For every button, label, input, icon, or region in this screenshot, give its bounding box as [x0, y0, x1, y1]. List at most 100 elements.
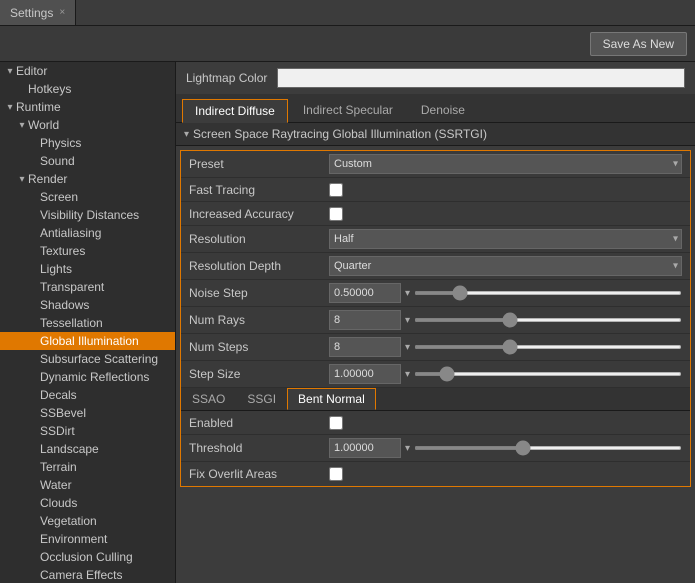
sidebar-item-label: SSBevel	[40, 406, 175, 420]
resolution-depth-select[interactable]: Full Half Quarter	[329, 256, 682, 276]
sidebar-item-editor[interactable]: ▾Editor	[0, 62, 175, 80]
main-layout: ▾EditorHotkeys▾Runtime▾WorldPhysicsSound…	[0, 62, 695, 583]
num-rays-spinner-icon[interactable]: ▾	[405, 315, 410, 326]
num-steps-spinner-icon[interactable]: ▾	[405, 342, 410, 353]
preset-label: Preset	[189, 157, 329, 171]
sidebar-item-global-illumination[interactable]: Global Illumination	[0, 332, 175, 350]
sidebar-item-physics[interactable]: Physics	[0, 134, 175, 152]
arrow-icon: ▾	[16, 174, 28, 185]
sidebar-item-hotkeys[interactable]: Hotkeys	[0, 80, 175, 98]
title-bar: Settings ×	[0, 0, 695, 26]
tab-indirect-specular[interactable]: Indirect Specular	[290, 98, 406, 122]
sub-tab-bent-normal[interactable]: Bent Normal	[287, 388, 376, 410]
noise-step-control: ▾	[329, 283, 682, 303]
sidebar-item-clouds[interactable]: Clouds	[0, 494, 175, 512]
threshold-input[interactable]	[329, 438, 401, 458]
threshold-spinner-icon[interactable]: ▾	[405, 443, 410, 454]
arrow-icon: ▾	[4, 66, 16, 77]
sidebar-item-label: Physics	[40, 136, 175, 150]
sidebar-item-dynamic-reflections[interactable]: Dynamic Reflections	[0, 368, 175, 386]
increased-accuracy-checkbox[interactable]	[329, 207, 343, 221]
fix-overlit-checkbox[interactable]	[329, 467, 343, 481]
close-tab-icon[interactable]: ×	[59, 7, 65, 18]
sidebar-item-tessellation[interactable]: Tessellation	[0, 314, 175, 332]
num-rays-input[interactable]	[329, 310, 401, 330]
threshold-control: ▾	[329, 438, 682, 458]
preset-select-wrapper: Custom Low Medium High Ultra	[329, 154, 682, 174]
num-steps-slider[interactable]	[414, 345, 682, 349]
sidebar-item-occlusion-culling[interactable]: Occlusion Culling	[0, 548, 175, 566]
sidebar-item-vegetation[interactable]: Vegetation	[0, 512, 175, 530]
noise-step-row: Noise Step ▾	[181, 280, 690, 307]
noise-step-slider[interactable]	[414, 291, 682, 295]
tab-denoise[interactable]: Denoise	[408, 98, 478, 122]
sidebar-item-label: Shadows	[40, 298, 175, 312]
sidebar-item-textures[interactable]: Textures	[0, 242, 175, 260]
enabled-checkbox[interactable]	[329, 416, 343, 430]
sidebar-item-screen[interactable]: Screen	[0, 188, 175, 206]
sidebar-item-label: Visibility Distances	[40, 208, 175, 222]
step-size-slider[interactable]	[414, 372, 682, 376]
resolution-depth-row: Resolution Depth Full Half Quarter	[181, 253, 690, 280]
sidebar-item-label: Lights	[40, 262, 175, 276]
noise-step-input[interactable]	[329, 283, 401, 303]
preset-select[interactable]: Custom Low Medium High Ultra	[329, 154, 682, 174]
fast-tracing-checkbox[interactable]	[329, 183, 343, 197]
sidebar-item-label: Terrain	[40, 460, 175, 474]
sidebar-item-label: Textures	[40, 244, 175, 258]
sidebar-item-runtime[interactable]: ▾Runtime	[0, 98, 175, 116]
fix-overlit-control	[329, 467, 682, 481]
sidebar-item-visibility-distances[interactable]: Visibility Distances	[0, 206, 175, 224]
lightmap-color-input[interactable]	[277, 68, 685, 88]
resolution-select[interactable]: Full Half Quarter	[329, 229, 682, 249]
sidebar-item-water[interactable]: Water	[0, 476, 175, 494]
num-steps-input[interactable]	[329, 337, 401, 357]
step-size-row: Step Size ▾	[181, 361, 690, 388]
lightmap-row: Lightmap Color	[176, 62, 695, 94]
sidebar-item-label: Environment	[40, 532, 175, 546]
section-arrow-icon: ▾	[184, 129, 189, 140]
sidebar-item-label: Runtime	[16, 100, 175, 114]
sidebar-item-landscape[interactable]: Landscape	[0, 440, 175, 458]
sidebar-item-label: Screen	[40, 190, 175, 204]
sidebar-item-camera-effects[interactable]: Camera Effects	[0, 566, 175, 583]
tab-indirect-diffuse[interactable]: Indirect Diffuse	[182, 99, 288, 123]
content-area: Lightmap Color Indirect DiffuseIndirect …	[176, 62, 695, 583]
increased-accuracy-control	[329, 207, 682, 221]
settings-area: ▾ Screen Space Raytracing Global Illumin…	[176, 123, 695, 583]
sidebar-item-ssdirt[interactable]: SSDirt	[0, 422, 175, 440]
sidebar-item-label: Render	[28, 172, 175, 186]
step-size-spinner-icon[interactable]: ▾	[405, 369, 410, 380]
num-steps-label: Num Steps	[189, 340, 329, 354]
noise-step-spinner-icon[interactable]: ▾	[405, 288, 410, 299]
sidebar-item-sound[interactable]: Sound	[0, 152, 175, 170]
sidebar-item-shadows[interactable]: Shadows	[0, 296, 175, 314]
settings-tab[interactable]: Settings ×	[0, 0, 76, 25]
sidebar-item-transparent[interactable]: Transparent	[0, 278, 175, 296]
enabled-label: Enabled	[189, 416, 329, 430]
tab-title: Settings	[10, 6, 53, 20]
sub-tab-ssgi[interactable]: SSGI	[236, 388, 287, 410]
sidebar-item-subsurface-scattering[interactable]: Subsurface Scattering	[0, 350, 175, 368]
num-steps-control: ▾	[329, 337, 682, 357]
sidebar-item-label: Dynamic Reflections	[40, 370, 175, 384]
sidebar-item-ssbevel[interactable]: SSBevel	[0, 404, 175, 422]
sub-tab-ssao[interactable]: SSAO	[181, 388, 236, 410]
sidebar-item-terrain[interactable]: Terrain	[0, 458, 175, 476]
sidebar-item-label: Hotkeys	[28, 82, 175, 96]
sidebar-item-render[interactable]: ▾Render	[0, 170, 175, 188]
sidebar-item-label: Sound	[40, 154, 175, 168]
save-new-button[interactable]: Save As New	[590, 32, 687, 56]
sidebar-item-decals[interactable]: Decals	[0, 386, 175, 404]
threshold-slider[interactable]	[414, 446, 682, 450]
sidebar-item-world[interactable]: ▾World	[0, 116, 175, 134]
sidebar-item-label: Antialiasing	[40, 226, 175, 240]
num-rays-slider[interactable]	[414, 318, 682, 322]
sidebar-item-label: Occlusion Culling	[40, 550, 175, 564]
sidebar-item-lights[interactable]: Lights	[0, 260, 175, 278]
step-size-input[interactable]	[329, 364, 401, 384]
sidebar-item-label: Transparent	[40, 280, 175, 294]
resolution-row: Resolution Full Half Quarter	[181, 226, 690, 253]
sidebar-item-antialiasing[interactable]: Antialiasing	[0, 224, 175, 242]
sidebar-item-environment[interactable]: Environment	[0, 530, 175, 548]
